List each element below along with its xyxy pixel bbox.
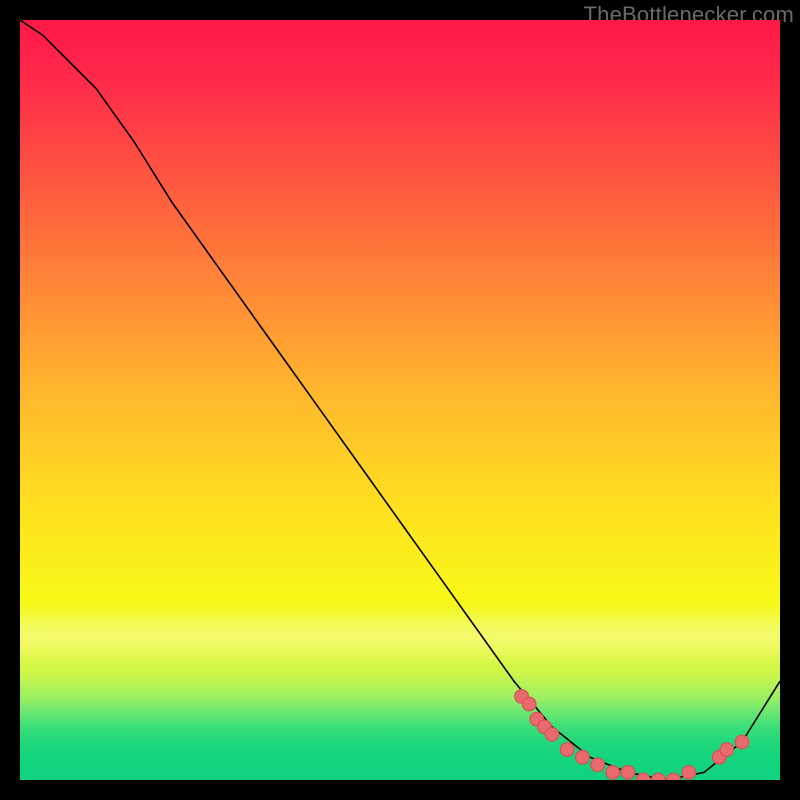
- marker-layer: [515, 690, 749, 780]
- curve-marker: [720, 743, 734, 757]
- curve-marker: [621, 766, 635, 780]
- curve-marker: [652, 773, 666, 780]
- curve-layer: [20, 20, 780, 780]
- curve-marker: [682, 766, 696, 780]
- chart-stage: TheBottlenecker.com: [0, 0, 800, 800]
- curve-marker: [560, 743, 574, 757]
- curve-marker: [591, 758, 605, 772]
- curve-marker: [606, 766, 620, 780]
- curve-marker: [735, 735, 749, 749]
- curve-marker: [576, 750, 590, 764]
- curve-marker: [667, 773, 681, 780]
- curve-marker: [545, 728, 559, 742]
- curve-marker: [522, 697, 536, 711]
- plot-area: [20, 20, 780, 780]
- bottleneck-curve: [20, 20, 780, 780]
